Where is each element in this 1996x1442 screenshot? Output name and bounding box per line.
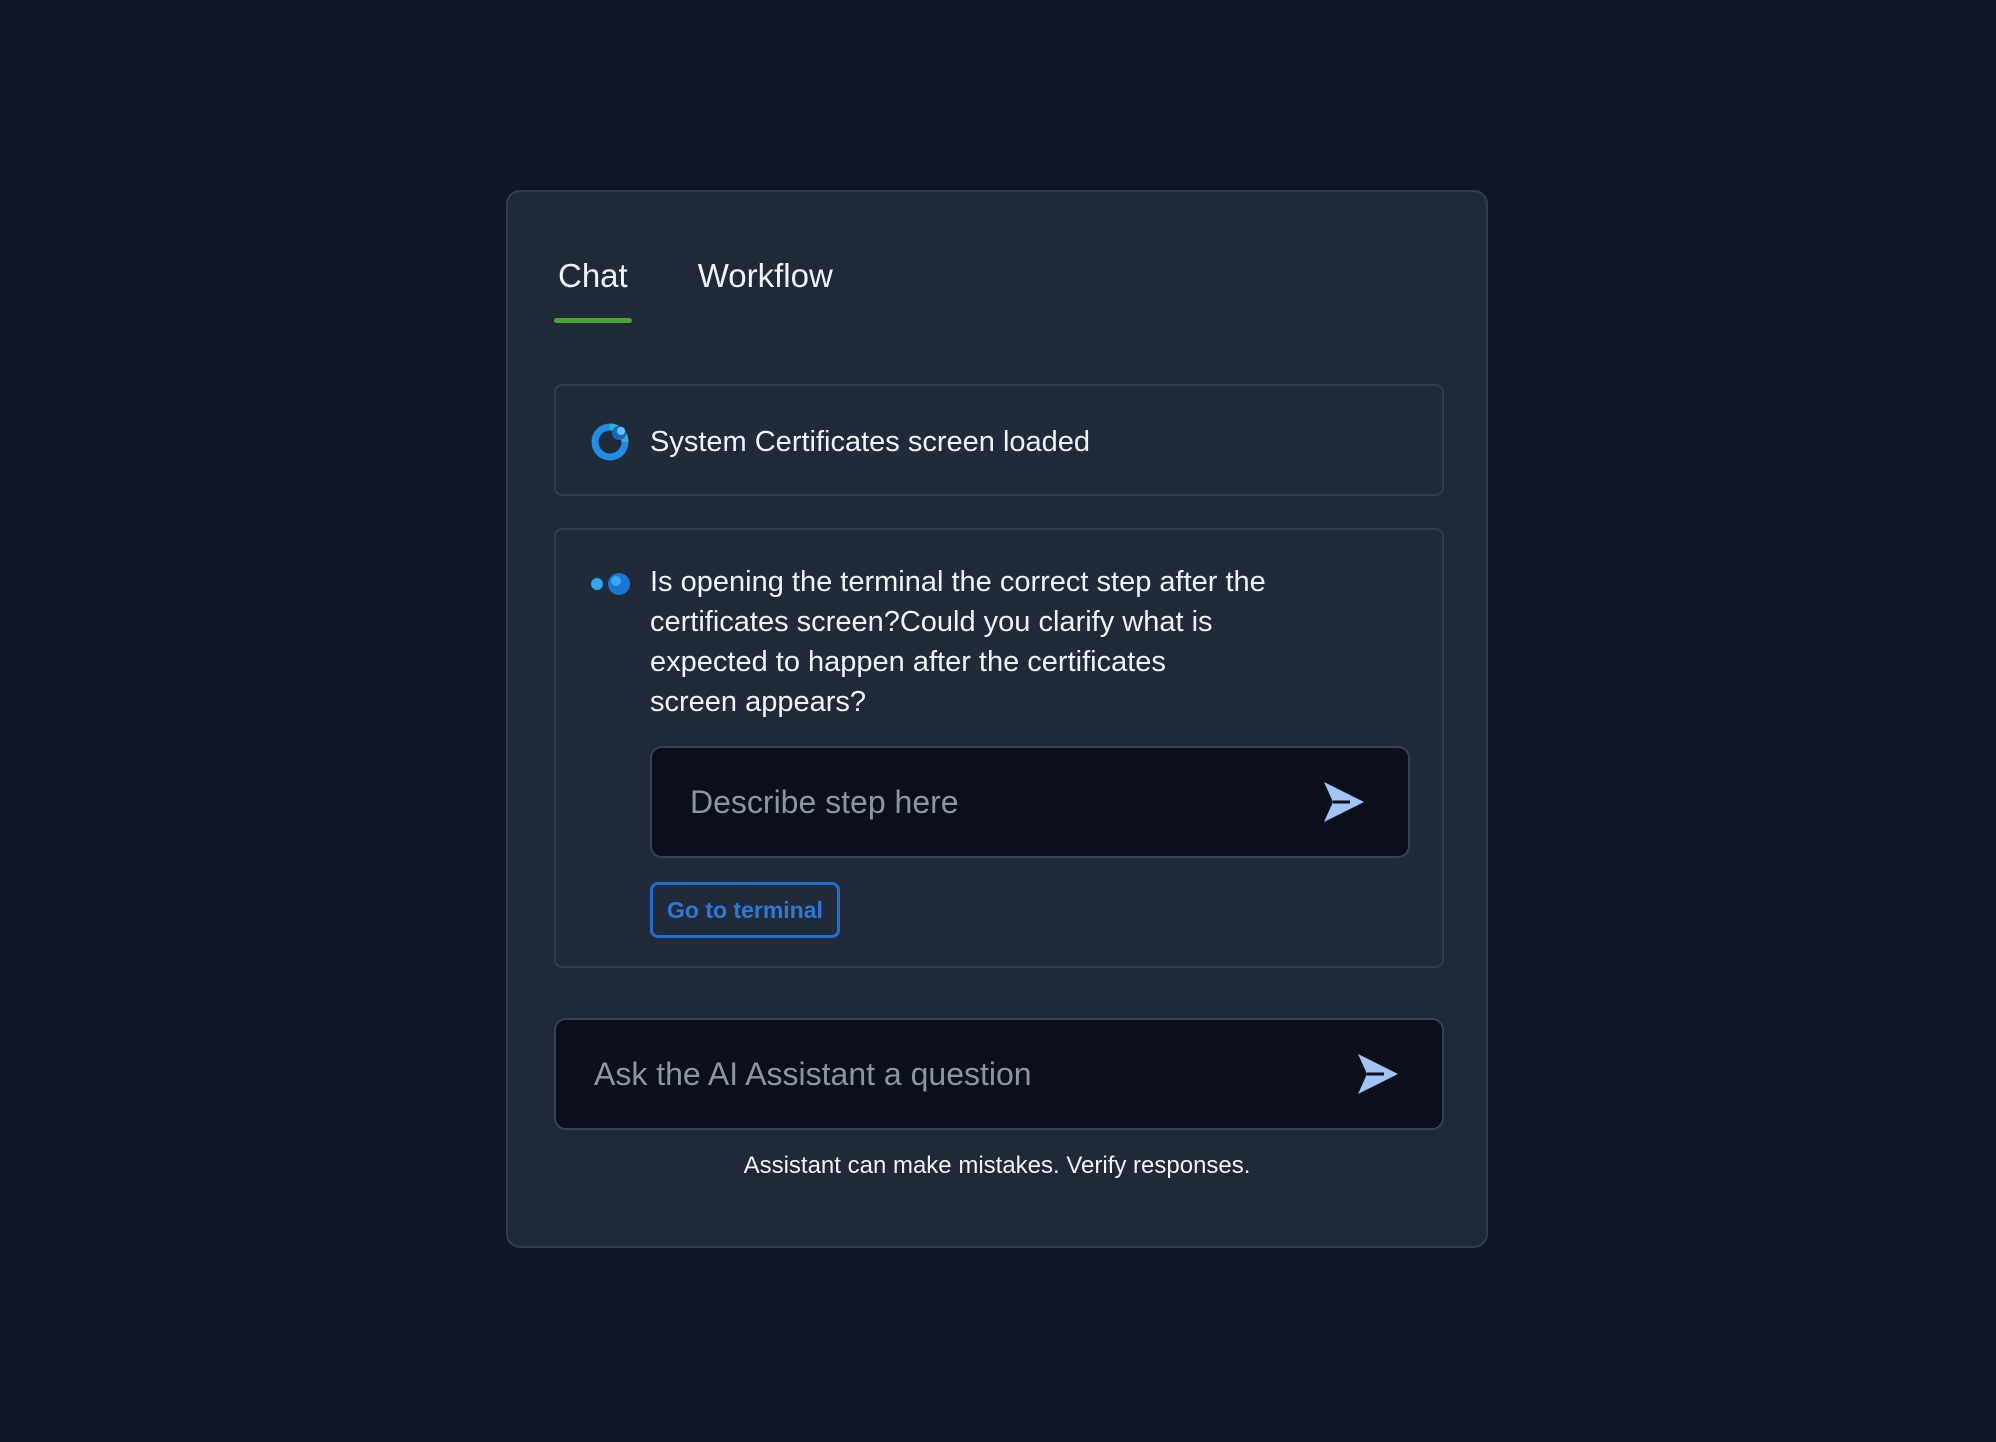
disclaimer-text: Assistant can make mistakes. Verify resp… (743, 1152, 1251, 1179)
tab-bar: Chat Workflow (554, 256, 835, 323)
question-message-card: Is opening the terminal the correct step… (554, 528, 1444, 968)
tab-chat[interactable]: Chat (554, 256, 632, 323)
go-to-terminal-button[interactable]: Go to terminal (650, 882, 840, 938)
describe-step-input[interactable] (652, 748, 1292, 856)
step-input-container (650, 746, 1410, 858)
send-icon (1352, 1054, 1404, 1103)
assistant-panel: Chat Workflow System Certificates screen… (506, 190, 1488, 1248)
status-text: System Certificates screen loaded (650, 426, 1091, 458)
ask-assistant-input[interactable] (556, 1020, 1316, 1128)
question-text: Is opening the terminal the correct step… (650, 566, 1266, 718)
tab-workflow[interactable]: Workflow (696, 256, 835, 320)
typing-dots-icon (590, 570, 632, 598)
assistant-logo-icon (590, 420, 632, 462)
send-icon (1318, 782, 1370, 831)
ask-send-button[interactable] (1352, 1048, 1404, 1100)
step-send-button[interactable] (1318, 776, 1370, 828)
ask-input-container (554, 1018, 1444, 1130)
status-message-card: System Certificates screen loaded (554, 384, 1444, 496)
